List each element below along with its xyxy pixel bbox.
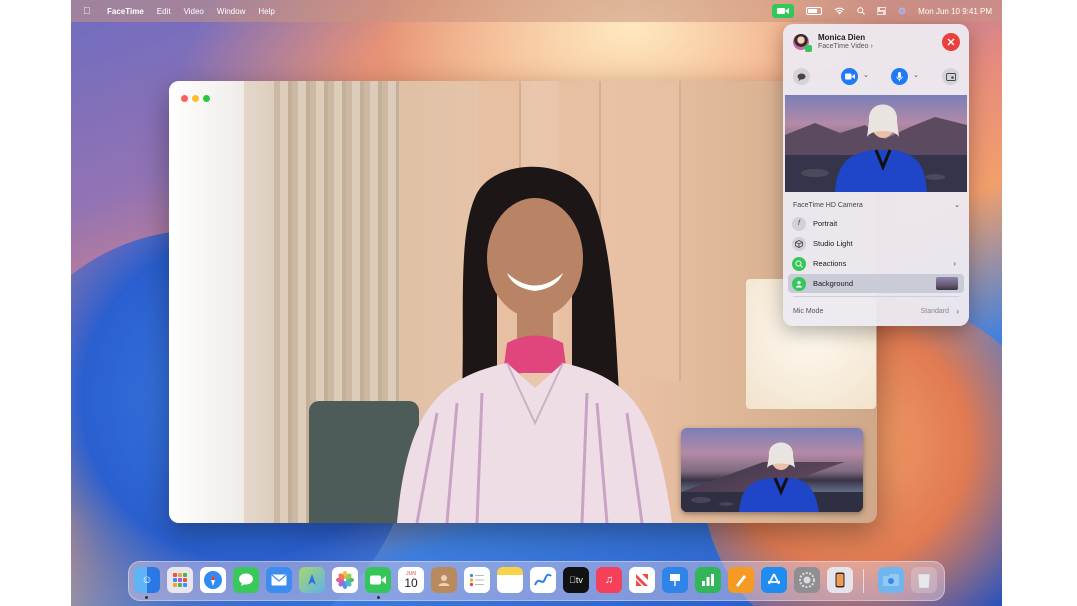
chevron-right-icon: › <box>953 259 956 268</box>
option-label: Portrait <box>813 219 838 228</box>
self-view-video[interactable] <box>681 428 863 512</box>
control-center-icon[interactable] <box>877 7 887 15</box>
zoom-window-button[interactable] <box>203 95 210 102</box>
chat-bubble-icon <box>797 73 806 81</box>
messages-icon[interactable] <box>233 567 259 593</box>
mic-mode-label: Mic Mode <box>793 308 824 315</box>
call-controls: ⌄ ⌄ <box>793 68 959 86</box>
mic-mode-value: Standard <box>920 308 949 315</box>
divider <box>793 296 959 297</box>
contact-name: Monica Dien <box>818 33 866 42</box>
running-indicator <box>377 596 380 599</box>
menu-window[interactable]: Window <box>217 7 245 16</box>
f-icon: f <box>792 216 806 231</box>
minimize-window-button[interactable] <box>192 95 199 102</box>
facetime-badge-icon <box>805 44 812 52</box>
finder-icon[interactable]: ☺ <box>134 567 160 593</box>
apple-menu-icon[interactable]:  <box>83 6 93 17</box>
option-label: Studio Light <box>813 239 853 248</box>
mic-mode-row[interactable]: Mic Mode Standard › <box>793 307 959 316</box>
chevron-right-icon: › <box>956 307 959 316</box>
calendar-icon[interactable]: JUN 10 <box>398 567 424 593</box>
dock: ☺ JUN 10 tv ♫ <box>128 561 945 601</box>
call-type-label: FaceTime Video <box>818 43 869 50</box>
mail-icon[interactable] <box>266 567 292 593</box>
facetime-window <box>169 81 877 523</box>
video-options-chevron-icon[interactable]: ⌄ <box>863 71 869 79</box>
option-studio-light[interactable]: Studio Light <box>788 234 964 253</box>
option-label: Reactions <box>813 259 847 268</box>
option-portrait[interactable]: f Portrait <box>788 214 964 233</box>
keynote-icon[interactable] <box>662 567 688 593</box>
freeform-icon[interactable] <box>530 567 556 593</box>
menu-bar:  FaceTime Edit Video Window Help Mon Ju… <box>71 0 1002 22</box>
battery-icon[interactable] <box>806 7 823 15</box>
pages-icon[interactable] <box>728 567 754 593</box>
mute-toggle-button[interactable] <box>891 68 908 85</box>
screen-share-icon <box>945 72 956 81</box>
contacts-icon[interactable] <box>431 567 457 593</box>
photos-icon[interactable] <box>332 567 358 593</box>
wifi-icon[interactable] <box>834 7 845 15</box>
downloads-folder-icon[interactable] <box>878 567 904 593</box>
option-background[interactable]: Background <box>788 274 964 293</box>
menu-clock[interactable]: Mon Jun 10 9:41 PM <box>918 7 992 16</box>
call-header: Monica Dien FaceTime Video › <box>793 33 873 52</box>
option-label: Background <box>813 279 854 288</box>
share-screen-button[interactable] <box>942 68 959 85</box>
video-camera-icon <box>844 73 855 80</box>
iphone-mirroring-icon[interactable] <box>827 567 853 593</box>
search-icon[interactable] <box>857 7 866 15</box>
menu-video[interactable]: Video <box>184 7 204 16</box>
video-toggle-button[interactable] <box>841 68 858 85</box>
mic-options-chevron-icon[interactable]: ⌄ <box>913 71 919 79</box>
window-controls <box>181 95 210 102</box>
remote-participant-video <box>397 166 672 523</box>
safari-icon[interactable] <box>200 567 226 593</box>
facetime-status-icon[interactable] <box>772 4 795 18</box>
camera-preview <box>785 95 967 192</box>
notes-icon[interactable] <box>497 567 523 593</box>
system-settings-icon[interactable] <box>794 567 820 593</box>
close-icon <box>947 38 955 46</box>
reactions-icon <box>792 256 806 271</box>
apple-tv-icon[interactable]: tv <box>563 567 589 593</box>
calendar-day: 10 <box>404 575 418 590</box>
reminders-icon[interactable] <box>464 567 490 593</box>
facetime-icon[interactable] <box>365 567 391 593</box>
microphone-icon <box>896 71 903 81</box>
window-frame-scene <box>169 81 244 523</box>
dock-separator <box>863 569 864 593</box>
camera-options: FaceTime HD Camera ⌄ f Portrait Studio L… <box>783 201 969 293</box>
menu-help[interactable]: Help <box>258 7 274 16</box>
messages-button[interactable] <box>793 68 810 85</box>
close-window-button[interactable] <box>181 95 188 102</box>
chevron-right-icon: › <box>870 43 873 50</box>
running-indicator <box>145 596 148 599</box>
trash-icon[interactable] <box>911 567 937 593</box>
numbers-icon[interactable] <box>695 567 721 593</box>
avatar <box>793 33 812 52</box>
background-thumbnail[interactable] <box>936 277 958 290</box>
maps-icon[interactable] <box>299 567 325 593</box>
facetime-call-popover: Monica Dien FaceTime Video › ⌄ ⌄ FaceTim… <box>783 24 969 326</box>
camera-title: FaceTime HD Camera <box>793 202 863 209</box>
siri-icon[interactable] <box>898 7 906 15</box>
menu-app-name[interactable]: FaceTime <box>107 7 144 16</box>
person-icon <box>792 276 806 291</box>
cube-icon <box>792 236 806 251</box>
app-store-icon[interactable] <box>761 567 787 593</box>
news-icon[interactable] <box>629 567 655 593</box>
end-call-button[interactable] <box>942 33 960 51</box>
launchpad-icon[interactable] <box>167 567 193 593</box>
call-type-link[interactable]: FaceTime Video › <box>818 43 873 50</box>
music-icon[interactable]: ♫ <box>596 567 622 593</box>
option-reactions[interactable]: Reactions › <box>788 254 964 273</box>
menu-edit[interactable]: Edit <box>157 7 171 16</box>
chevron-down-icon[interactable]: ⌄ <box>954 201 960 209</box>
